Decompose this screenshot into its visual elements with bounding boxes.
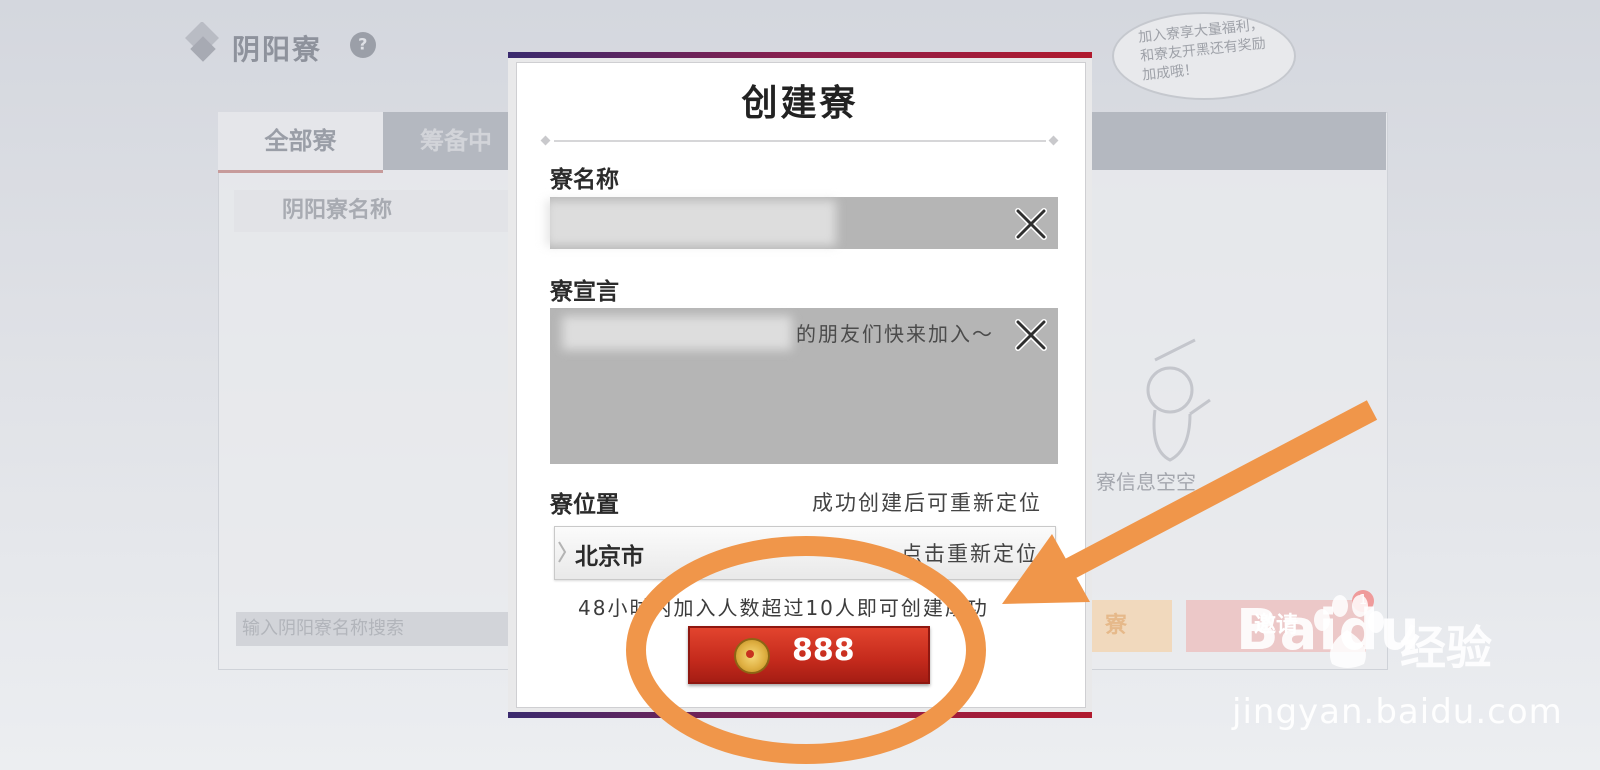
highlight-ellipse — [626, 536, 986, 764]
watermark-logo: Baidu — [1236, 598, 1421, 663]
annotation-arrow-shaft — [1054, 400, 1378, 584]
watermark-logo-cn: 经验 — [1400, 621, 1492, 675]
watermark-url: jingyan.baidu.com — [1232, 692, 1563, 732]
